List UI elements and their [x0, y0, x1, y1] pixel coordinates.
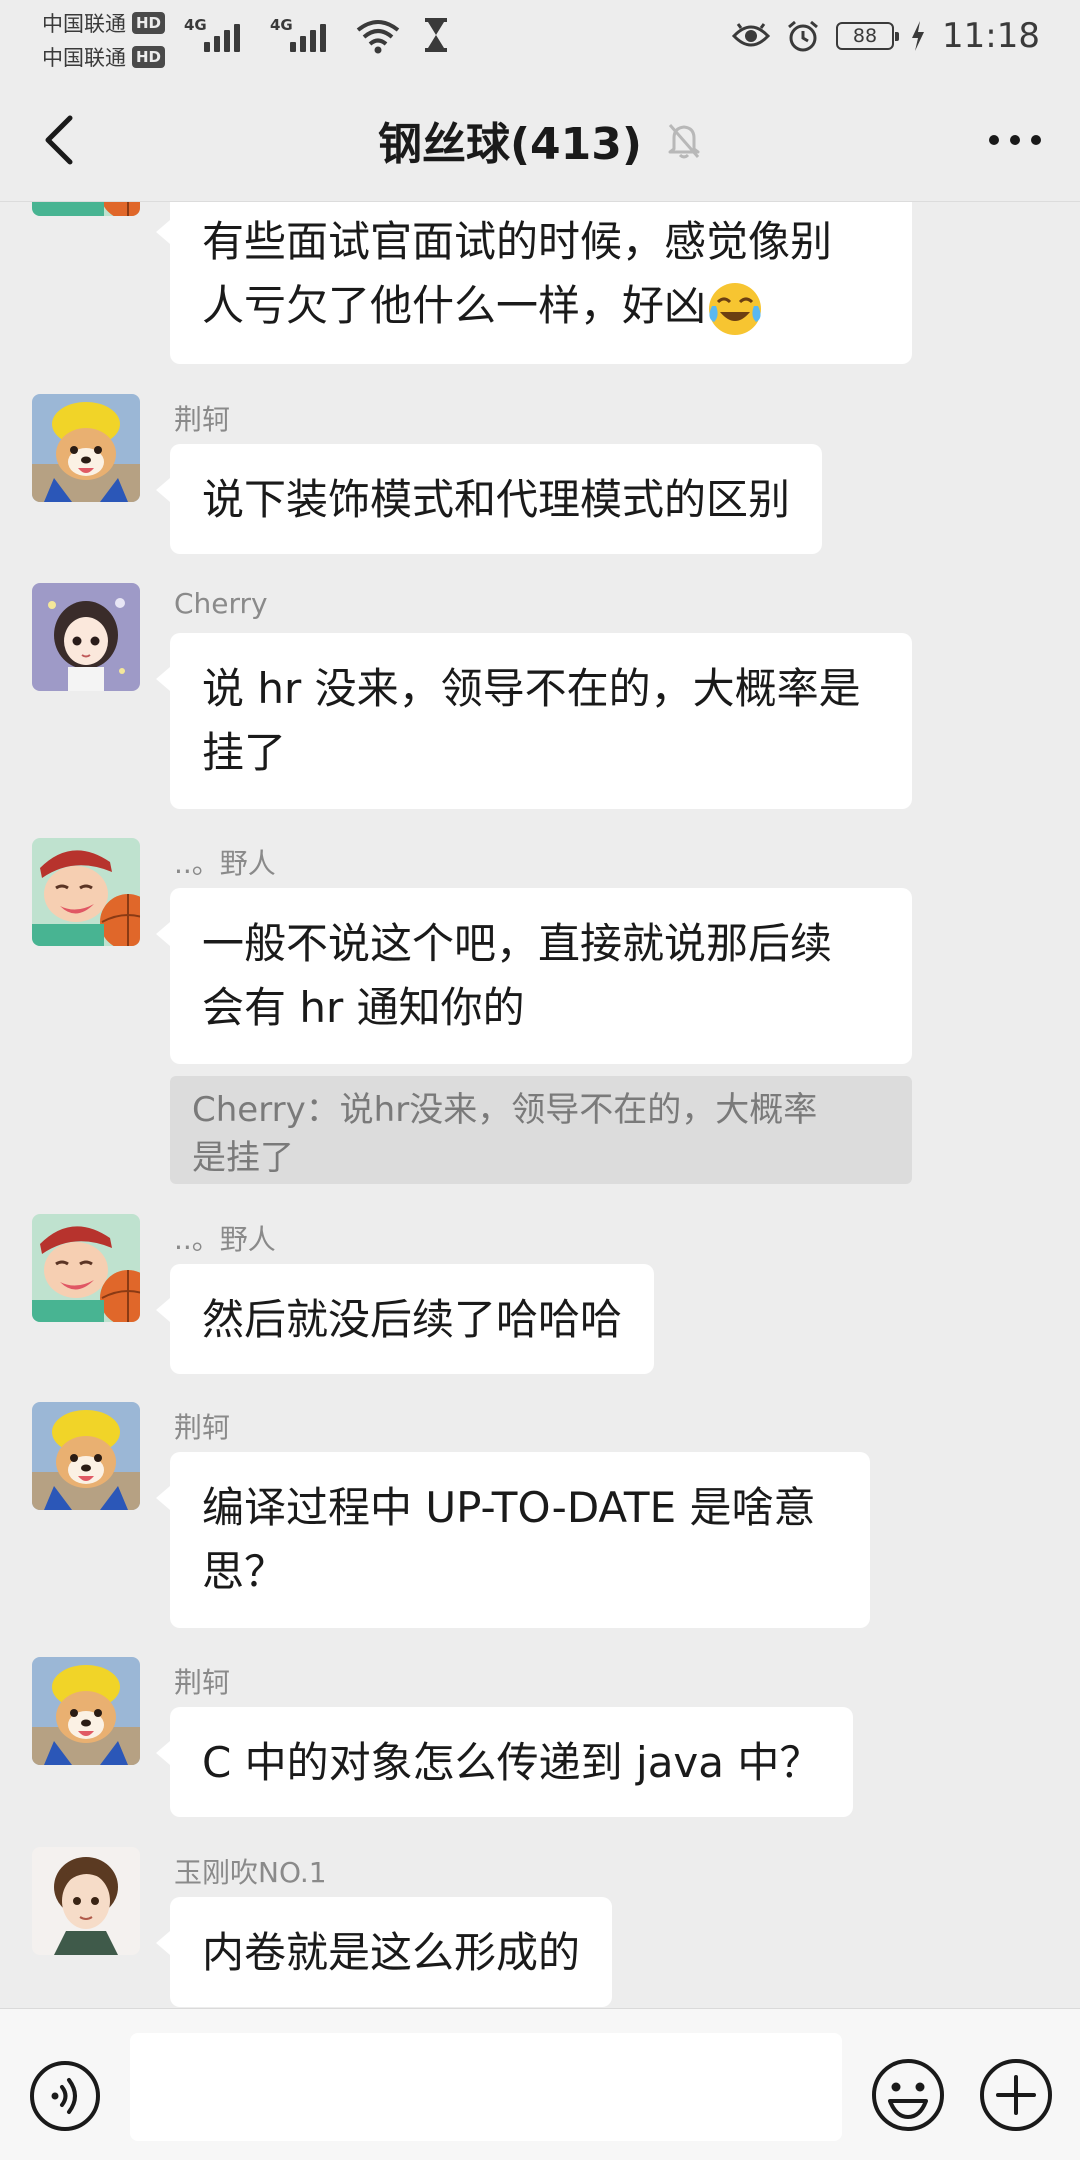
message-item: 荆轲 编译过程中 UP-TO-DATE 是啥意 思？ — [0, 1402, 1080, 1628]
message-bubble[interactable]: 然后就没后续了哈哈哈 — [155, 1264, 655, 1374]
message-text-line: 然后就没后续了哈哈哈 — [202, 1295, 623, 1344]
message-text-line: 会有 hr 通知你的 — [202, 983, 525, 1032]
message-list[interactable]: 有些面试官面试的时候，感觉像别 人亏欠了他什么一样，好凶 荆轲 说下装饰模式和代… — [0, 202, 1080, 2008]
message-text-line: 编译过程中 UP-TO-DATE 是啥意 — [202, 1483, 816, 1532]
sender-name: 玉刚吹NO.1 — [174, 1856, 327, 1889]
more-button[interactable] — [980, 108, 1050, 172]
sender-name: ..。野人 — [174, 1223, 276, 1256]
message-bubble[interactable]: 内卷就是这么形成的 — [155, 1897, 613, 2007]
message-item: ..。野人 然后就没后续了哈哈哈 — [0, 1214, 1080, 1374]
carrier-2: 中国联通 HD — [42, 40, 166, 74]
carrier-1: 中国联通 HD — [42, 6, 166, 40]
sender-name: 荆轲 — [174, 1666, 231, 1699]
voice-icon[interactable] — [28, 2059, 102, 2133]
avatar[interactable] — [32, 583, 140, 691]
message-text-line: 思？ — [202, 1547, 287, 1596]
message-item: 荆轲 说下装饰模式和代理模式的区别 — [0, 394, 1080, 554]
message-item: ..。野人 一般不说这个吧，直接就说那后续 会有 hr 通知你的 Cherry：… — [0, 838, 1080, 1184]
eye-comfort-icon — [732, 23, 771, 47]
message-item: Cherry 说 hr 没来，领导不在的，大概率是 挂了 — [0, 583, 1080, 809]
message-item: 玉刚吹NO.1 内卷就是这么形成的 — [0, 1847, 1080, 2007]
message-text-line: 一般不说这个吧，直接就说那后续 — [202, 919, 833, 968]
title-wrap: 钢丝球(413) — [0, 78, 1080, 202]
charging-icon — [912, 21, 925, 51]
clock: 11:18 — [942, 16, 1040, 56]
laughing-crying-emoji-icon — [709, 282, 762, 335]
status-bar: 中国联通 HD 中国联通 HD 4G 4G 88 11:18 — [0, 0, 1080, 78]
message-input[interactable] — [130, 2033, 842, 2141]
avatar[interactable] — [32, 202, 140, 216]
alarm-icon — [788, 20, 818, 52]
message-bubble[interactable]: 说下装饰模式和代理模式的区别 — [155, 444, 823, 554]
signal-group: 4G 4G — [184, 16, 450, 54]
avatar[interactable] — [32, 1402, 140, 1510]
message-text-line: 内卷就是这么形成的 — [202, 1928, 581, 1977]
avatar[interactable] — [32, 1214, 140, 1322]
carrier-list: 中国联通 HD 中国联通 HD — [42, 6, 166, 74]
message-text-line: 说下装饰模式和代理模式的区别 — [202, 475, 791, 524]
carrier-1-name: 中国联通 — [42, 12, 126, 36]
message-text-line: 人亏欠了他什么一样，好凶 — [202, 281, 707, 330]
avatar[interactable] — [32, 394, 140, 502]
status-right: 88 11:18 — [732, 16, 1040, 56]
quote-text-line: Cherry：说hr没来，领导不在的，大概率 — [192, 1090, 818, 1130]
sender-name: 荆轲 — [174, 1411, 231, 1444]
avatar[interactable] — [32, 1847, 140, 1955]
carrier-2-hd-badge: HD — [132, 46, 166, 68]
sender-name: Cherry — [174, 587, 268, 620]
message-bubble[interactable]: 有些面试官面试的时候，感觉像别 人亏欠了他什么一样，好凶 — [156, 202, 912, 364]
message-item: 荆轲 C 中的对象怎么传递到 java 中？ — [0, 1657, 1080, 1817]
avatar[interactable] — [32, 1657, 140, 1765]
message-bubble[interactable]: 说 hr 没来，领导不在的，大概率是 挂了 — [156, 633, 912, 809]
message-text-line: 挂了 — [202, 728, 287, 777]
signal-1-icon: 4G — [184, 16, 248, 54]
wifi-icon — [356, 20, 400, 54]
message-text-line: 有些面试官面试的时候，感觉像别 — [202, 217, 833, 266]
bell-off-icon — [668, 124, 700, 159]
message-item: 有些面试官面试的时候，感觉像别 人亏欠了他什么一样，好凶 — [0, 202, 1080, 364]
message-text-line: C 中的对象怎么传递到 java 中？ — [202, 1738, 822, 1787]
smiley-icon[interactable] — [870, 2057, 946, 2133]
quote-text-line: 是挂了 — [192, 1138, 294, 1178]
quoted-message[interactable]: Cherry：说hr没来，领导不在的，大概率 是挂了 — [170, 1076, 912, 1184]
battery-indicator: 88 — [836, 22, 900, 50]
carrier-2-name: 中国联通 — [42, 46, 126, 70]
signal-2-icon: 4G — [270, 16, 334, 54]
carrier-1-hd-badge: HD — [132, 12, 166, 34]
message-bubble[interactable]: 一般不说这个吧，直接就说那后续 会有 hr 通知你的 — [156, 888, 912, 1064]
more-horizontal-icon — [989, 135, 1041, 145]
hourglass-icon — [425, 18, 447, 52]
sender-name: ..。野人 — [174, 847, 276, 880]
input-bar — [0, 2008, 1080, 2160]
message-text-line-2: 人亏欠了他什么一样，好凶 — [202, 274, 880, 338]
message-bubble[interactable]: 编译过程中 UP-TO-DATE 是啥意 思？ — [156, 1452, 870, 1628]
message-bubble[interactable]: C 中的对象怎么传递到 java 中？ — [155, 1707, 854, 1817]
message-text-line: 说 hr 没来，领导不在的，大概率是 — [202, 664, 861, 713]
plus-circle-icon[interactable] — [978, 2057, 1054, 2133]
chat-title: 钢丝球(413) — [377, 119, 643, 170]
avatar[interactable] — [32, 838, 140, 946]
chat-header: 钢丝球(413) — [0, 78, 1080, 202]
sender-name: 荆轲 — [174, 403, 231, 436]
